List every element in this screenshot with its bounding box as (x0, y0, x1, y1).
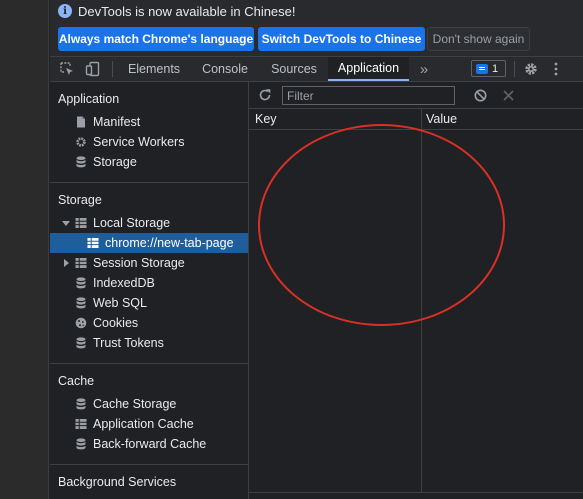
sidebar-item-session-storage[interactable]: Session Storage (50, 253, 248, 273)
refresh-icon[interactable] (258, 88, 272, 102)
sidebar-item-storage[interactable]: Storage (50, 152, 248, 172)
table-icon (75, 218, 87, 228)
database-icon (76, 398, 86, 410)
gear-icon (76, 137, 86, 147)
sidebar-item-label: Manifest (93, 115, 141, 129)
section-title-background-services: Background Services (58, 475, 177, 489)
sidebar-item-local-storage[interactable]: Local Storage (50, 213, 248, 233)
infobar-message: DevTools is now available in Chinese! (78, 3, 296, 19)
sidebar-item-application-cache[interactable]: Application Cache (50, 414, 248, 434)
tab-elements[interactable]: Elements (120, 57, 188, 81)
sidebar-item-local-storage-new-tab-page[interactable]: chrome://new-tab-page (50, 233, 248, 253)
column-header-key[interactable]: Key (255, 112, 277, 126)
tab-application[interactable]: Application (328, 57, 409, 81)
sidebar-item-cache-storage[interactable]: Cache Storage (50, 394, 248, 414)
inspect-element-icon[interactable] (59, 61, 75, 77)
database-icon (76, 337, 86, 349)
clear-all-icon[interactable] (474, 89, 487, 102)
sidebar-item-label: Session Storage (93, 256, 185, 270)
sidebar-item-label: Back-forward Cache (93, 437, 207, 451)
dont-show-again-button[interactable]: Don't show again (427, 27, 530, 51)
sidebar-item-label: Storage (93, 155, 137, 169)
switch-to-chinese-button[interactable]: Switch DevTools to Chinese (258, 27, 425, 51)
sidebar-item-trust-tokens[interactable]: Trust Tokens (50, 333, 248, 353)
chevron-right-icon[interactable] (64, 259, 69, 267)
tab-console[interactable]: Console (191, 57, 259, 81)
sidebar-item-label: Application Cache (93, 417, 194, 431)
database-icon (76, 277, 86, 289)
database-icon (76, 438, 86, 450)
delete-selected-icon[interactable] (503, 90, 514, 101)
sidebar-item-web-sql[interactable]: Web SQL (50, 293, 248, 313)
tab-sources[interactable]: Sources (261, 57, 327, 81)
sidebar-item-label: Cookies (93, 316, 139, 330)
background-window (0, 0, 49, 499)
table-icon (75, 419, 87, 429)
section-title-storage: Storage (58, 193, 102, 207)
sidebar-item-label: Cache Storage (93, 397, 177, 411)
database-icon (76, 156, 86, 168)
devtools-tab-bar: Elements Console Sources Application » 1 (50, 56, 583, 82)
database-icon (76, 297, 86, 309)
section-title-cache: Cache (58, 374, 95, 388)
storage-toolbar (249, 82, 583, 109)
storage-table-header: Key Value (249, 109, 583, 130)
more-options-icon[interactable] (548, 61, 564, 77)
device-toolbar-icon[interactable] (85, 61, 101, 77)
sidebar-item-label: Local Storage (93, 216, 171, 230)
issues-icon (476, 63, 488, 74)
sidebar-item-label: Trust Tokens (93, 336, 164, 350)
issues-count: 1 (492, 62, 499, 75)
info-icon: i (58, 4, 72, 18)
sidebar-item-cookies[interactable]: Cookies (50, 313, 248, 333)
sidebar-item-label: Service Workers (93, 135, 185, 149)
more-tabs-icon[interactable]: » (414, 57, 434, 81)
devtools-panel: i DevTools is now available in Chinese! … (50, 0, 583, 499)
application-sidebar: Application Manifest Service Workers Sto… (50, 82, 249, 499)
sidebar-item-label: Web SQL (93, 296, 147, 310)
column-header-value[interactable]: Value (426, 112, 457, 126)
filter-input[interactable] (282, 86, 455, 105)
sidebar-item-indexeddb[interactable]: IndexedDB (50, 273, 248, 293)
sidebar-item-label: IndexedDB (93, 276, 155, 290)
cookie-icon (75, 317, 87, 329)
always-match-language-button[interactable]: Always match Chrome's language (58, 27, 254, 51)
sidebar-item-service-workers[interactable]: Service Workers (50, 132, 248, 152)
settings-gear-icon[interactable] (523, 61, 539, 77)
table-icon (87, 238, 99, 248)
document-icon (77, 116, 85, 128)
language-infobar: i DevTools is now available in Chinese! … (50, 0, 583, 56)
sidebar-item-label: chrome://new-tab-page (105, 236, 234, 250)
storage-items-panel: Key Value (249, 82, 583, 499)
section-title-application: Application (58, 92, 120, 106)
sidebar-item-manifest[interactable]: Manifest (50, 112, 248, 132)
table-bottom-border (249, 492, 583, 493)
red-annotation-circle (258, 124, 505, 326)
sidebar-item-back-forward-cache[interactable]: Back-forward Cache (50, 434, 248, 454)
issues-badge[interactable]: 1 (471, 60, 506, 77)
chevron-down-icon[interactable] (62, 221, 70, 226)
table-icon (75, 258, 87, 268)
